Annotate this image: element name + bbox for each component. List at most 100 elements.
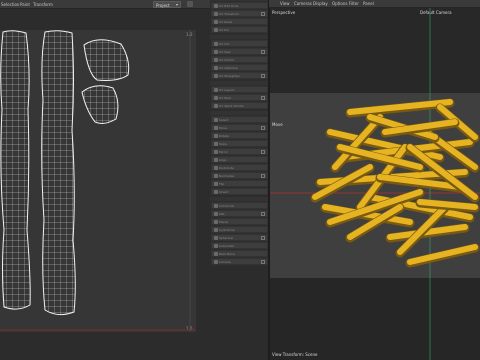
uv-island-4[interactable] [81, 85, 119, 124]
viewport-menubar: View Cameras Display Options Filter Pane… [269, 0, 480, 8]
tool-icon [214, 150, 218, 154]
3d-viewport[interactable]: Perspective Default Camera Move View Tra… [270, 8, 480, 360]
tool-button[interactable]: Orient [211, 188, 268, 195]
menu-selection[interactable]: Selection [1, 2, 19, 7]
tool-button[interactable]: Normalize [211, 172, 268, 179]
tool-button[interactable]: Planar [211, 218, 268, 225]
checkbox-icon[interactable] [261, 96, 265, 100]
tool-label: UV Stack Similar [219, 104, 244, 108]
tool-button[interactable]: UV Optimize [211, 64, 268, 71]
tool-label: UV Transform [219, 12, 240, 16]
tool-icon [214, 4, 218, 8]
tool-button[interactable]: Select [211, 116, 268, 123]
tool-icon [214, 212, 218, 216]
tool-button[interactable]: UV Stack Similar [211, 102, 268, 109]
tool-button[interactable]: UV Pin [211, 26, 268, 33]
tool-label: Camera [219, 260, 231, 264]
menu-transform[interactable]: Transform [33, 2, 53, 7]
tool-label: Select [219, 118, 229, 122]
tool-icon [214, 166, 218, 170]
checkbox-icon[interactable] [261, 50, 265, 54]
tool-button[interactable]: UV Edit Tools [211, 2, 268, 9]
expand-icon[interactable] [187, 1, 193, 7]
tool-button[interactable]: UV Sew [211, 48, 268, 55]
uv-island-2[interactable] [41, 30, 76, 316]
vp-menu-cameras[interactable]: Cameras [294, 1, 312, 6]
tool-label: UV Cut [219, 42, 230, 46]
checkbox-icon[interactable] [261, 74, 265, 78]
tool-button[interactable]: Scale [211, 140, 268, 147]
tool-icon [214, 142, 218, 146]
tool-label: Orient [219, 190, 229, 194]
uv-island-3[interactable] [83, 39, 130, 81]
tool-button[interactable]: Pelt [211, 210, 268, 217]
vp-menu-options[interactable]: Options [332, 1, 347, 6]
tool-icon [214, 260, 218, 264]
tool-icon [214, 220, 218, 224]
tool-icon [214, 236, 218, 240]
tool-button[interactable]: Align [211, 156, 268, 163]
tool-label: Pelt [219, 212, 225, 216]
tool-icon [214, 74, 218, 78]
tool-label: Align [219, 158, 227, 162]
tool-button[interactable]: UV Cut [211, 40, 268, 47]
tool-label: Best Plane [219, 252, 235, 256]
tool-button[interactable]: UV Layout [211, 86, 268, 93]
checkbox-icon[interactable] [261, 236, 265, 240]
tool-label: Unfold 3D [219, 204, 234, 208]
tool-icon [214, 174, 218, 178]
tool-icon [214, 28, 218, 32]
checkbox-icon[interactable] [261, 12, 265, 16]
tool-label: UV Unfold [219, 58, 234, 62]
vp-menu-panel[interactable]: Panel [363, 1, 374, 6]
project-dropdown[interactable]: Project ▾ [153, 1, 181, 8]
uv-island-1[interactable] [0, 30, 31, 310]
tool-icon [214, 252, 218, 256]
checkbox-icon[interactable] [261, 260, 265, 264]
tool-icon [214, 66, 218, 70]
vp-menu-display[interactable]: Display [313, 1, 328, 6]
tool-button[interactable]: UV Straighten [211, 72, 268, 79]
tool-label: Move [219, 126, 228, 130]
tool-button[interactable]: Move [211, 124, 268, 131]
tool-icon [214, 134, 218, 138]
project-dropdown-label: Project [156, 3, 170, 8]
checkbox-icon[interactable] [261, 212, 265, 216]
tool-button[interactable]: UV Relax [211, 18, 268, 25]
checkbox-icon[interactable] [261, 126, 265, 130]
tool-button[interactable]: Mirror [211, 148, 268, 155]
tool-button[interactable]: UV Transform [211, 10, 268, 17]
tool-button[interactable]: Distribute [211, 164, 268, 171]
tool-icon [214, 104, 218, 108]
tool-button[interactable]: Best Plane [211, 250, 268, 257]
tool-button[interactable]: UV Pack [211, 94, 268, 101]
tool-label: UV Optimize [219, 66, 238, 70]
tool-button[interactable]: Automatic [211, 242, 268, 249]
tool-label: Scale [219, 142, 228, 146]
tool-button[interactable]: Unfold 3D [211, 202, 268, 209]
vp-menu-view[interactable]: View [280, 1, 290, 6]
menu-paint[interactable]: Paint [20, 2, 30, 7]
tool-button[interactable]: Rotate [211, 132, 268, 139]
tool-icon [214, 58, 218, 62]
checkbox-icon[interactable] [261, 150, 265, 154]
uv-canvas[interactable]: 1.0 1.0 [0, 30, 196, 332]
tool-icon [214, 228, 218, 232]
checkbox-icon[interactable] [261, 174, 265, 178]
tool-button[interactable]: Cylindrical [211, 226, 268, 233]
tool-button[interactable]: Flip [211, 180, 268, 187]
tool-icon [214, 50, 218, 54]
tool-label: Flip [219, 182, 225, 186]
tool-icon [214, 190, 218, 194]
tool-button[interactable]: Spherical [211, 234, 268, 241]
tool-icon [214, 244, 218, 248]
tool-label: UV Pin [219, 28, 229, 32]
tool-icon [214, 182, 218, 186]
fries-model[interactable] [310, 98, 480, 268]
vp-menu-filter[interactable]: Filter [349, 1, 359, 6]
tool-button[interactable]: Camera [211, 258, 268, 265]
uv-editor-menubar: Selection Paint Transform Project ▾ [0, 0, 210, 9]
tool-button[interactable]: UV Unfold [211, 56, 268, 63]
tool-label: Normalize [219, 174, 235, 178]
tool-label: Spherical [219, 236, 233, 240]
